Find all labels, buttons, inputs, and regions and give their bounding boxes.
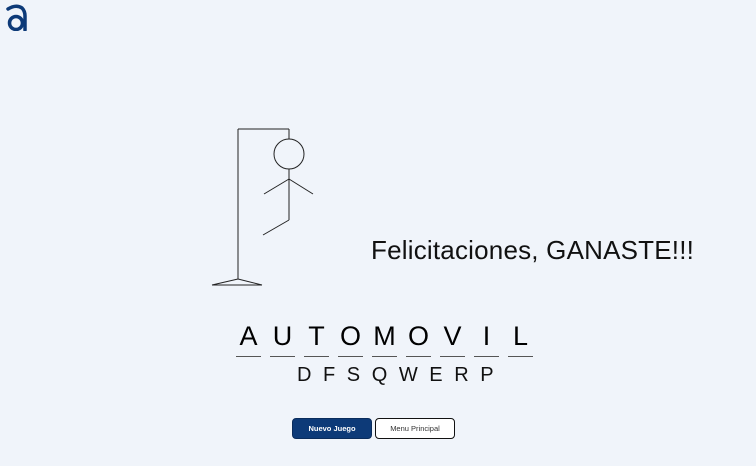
gallows-base-right xyxy=(237,278,263,286)
letter-slot: T xyxy=(304,320,329,357)
result-message: Felicitaciones, GANASTE!!! xyxy=(371,235,695,265)
wrong-letter: D xyxy=(297,364,313,386)
hangman-left-leg xyxy=(262,219,290,236)
letter-slot: O xyxy=(338,320,363,357)
new-game-button[interactable]: Nuevo Juego xyxy=(292,418,372,439)
letter-slot: O xyxy=(406,320,431,357)
brand-logo-icon xyxy=(6,4,27,31)
letter-slot: L xyxy=(508,320,533,357)
word-slots: A U T O M O V I L xyxy=(236,320,533,357)
letter-slot: M xyxy=(372,320,397,357)
hangman-head xyxy=(273,138,305,170)
wrong-letter: W xyxy=(398,364,419,386)
hangman-drawing xyxy=(211,128,314,286)
wrong-letters: D F S Q W E R P xyxy=(297,364,499,387)
letter-slot: V xyxy=(440,320,465,357)
wrong-letter: Q xyxy=(371,364,389,386)
wrong-letter: F xyxy=(323,364,337,386)
hangman-left-arm xyxy=(263,178,290,195)
gallows-base-left xyxy=(211,278,239,286)
wrong-letter: S xyxy=(346,364,362,386)
letter-slot: A xyxy=(236,320,261,357)
wrong-letter: P xyxy=(480,364,495,386)
hangman-page: Felicitaciones, GANASTE!!! A U T O M O V… xyxy=(0,0,756,466)
wrong-letter: E xyxy=(429,364,444,386)
hangman-right-arm xyxy=(288,178,314,195)
wrong-letter: R xyxy=(454,364,470,386)
letter-slot: I xyxy=(474,320,499,357)
letter-slot: U xyxy=(270,320,295,357)
main-menu-button[interactable]: Menu Principal xyxy=(375,418,455,439)
